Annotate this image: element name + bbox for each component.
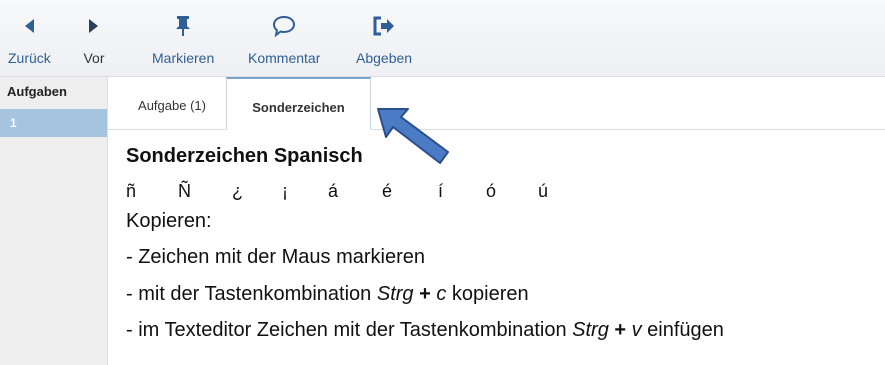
forward-button[interactable]: Vor: [80, 14, 108, 70]
step-3-text: - im Texteditor Zeichen mit der Tastenko…: [126, 319, 573, 341]
char-n-tilde: ñ: [126, 181, 137, 201]
special-characters-row: ñ Ñ ¿ ¡ á é í ó ú: [126, 181, 686, 205]
speech-bubble-icon: [270, 14, 298, 38]
step-2: - mit der Tastenkombination Strg + c kop…: [126, 283, 529, 306]
key-strg: Strg: [572, 319, 609, 341]
sidebar-heading: Aufgaben: [7, 84, 67, 99]
comment-button[interactable]: Kommentar: [248, 14, 320, 70]
char-inverted-question: ¿: [232, 181, 243, 201]
tab-bar: Aufgabe (1) Sonderzeichen: [108, 77, 885, 130]
arrow-right-icon: [80, 14, 108, 38]
copy-heading: Kopieren:: [126, 210, 212, 232]
tab-aufgabe-1[interactable]: Aufgabe (1): [118, 77, 226, 129]
step-2-suffix: kopieren: [446, 283, 529, 305]
char-inverted-exclamation: ¡: [282, 181, 288, 201]
toolbar: Zurück Vor Markieren Kommentar Abgeben: [0, 0, 885, 77]
tab-sonderzeichen[interactable]: Sonderzeichen: [226, 77, 371, 130]
plus-sign: +: [608, 319, 632, 341]
forward-label: Vor: [83, 50, 105, 66]
plus-sign: +: [413, 283, 437, 305]
char-e-acute: é: [382, 181, 393, 201]
submit-button[interactable]: Abgeben: [356, 14, 412, 70]
task-sidebar: Aufgaben 1: [0, 77, 108, 365]
char-a-acute: á: [328, 181, 339, 201]
pin-icon: [169, 14, 197, 38]
submit-label: Abgeben: [356, 50, 413, 66]
key-strg: Strg: [376, 283, 414, 305]
arrow-left-icon: [15, 14, 43, 38]
step-3-suffix: einfügen: [641, 319, 724, 341]
step-2-text: - mit der Tastenkombination: [126, 283, 377, 305]
mark-button[interactable]: Markieren: [152, 14, 214, 70]
char-o-acute: ó: [486, 181, 497, 201]
mark-label: Markieren: [152, 50, 215, 66]
sign-out-icon: [370, 14, 398, 38]
step-1: - Zeichen mit der Maus markieren: [126, 246, 425, 268]
back-button[interactable]: Zurück: [8, 14, 51, 70]
key-c: c: [436, 283, 447, 305]
comment-label: Kommentar: [248, 50, 321, 66]
content-title: Sonderzeichen Spanisch: [126, 145, 363, 167]
sidebar-item-1[interactable]: 1: [0, 109, 107, 137]
char-i-acute: í: [438, 181, 444, 201]
back-label: Zurück: [8, 50, 51, 66]
char-n-tilde-upper: Ñ: [178, 181, 191, 201]
step-3: - im Texteditor Zeichen mit der Tastenko…: [126, 319, 724, 342]
key-v: v: [631, 319, 642, 341]
char-u-acute: ú: [538, 181, 549, 201]
